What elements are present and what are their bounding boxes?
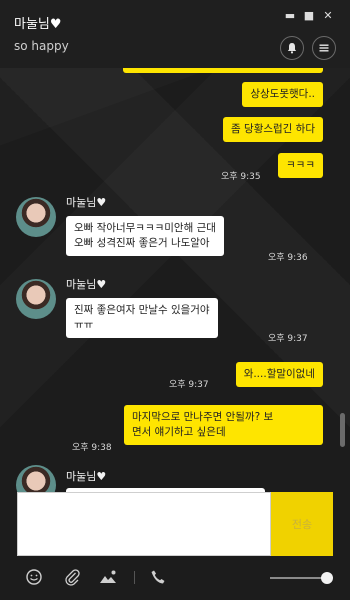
emoji-button[interactable] bbox=[24, 567, 44, 587]
avatar[interactable] bbox=[16, 197, 56, 237]
bell-icon bbox=[287, 43, 297, 54]
message-timestamp: 오후 9:35 bbox=[221, 172, 261, 182]
message-bubble-mine: 상상도못햇다.. bbox=[242, 82, 323, 107]
emoji-icon bbox=[26, 569, 42, 585]
message-bubble-theirs: 오빠 작아너무ㅋㅋㅋ미안해 근대 오빠 성격진짜 좋은거 나도알아 bbox=[66, 216, 224, 256]
message-input[interactable] bbox=[17, 492, 271, 556]
message-bubble-theirs: 진짜 좋은여자 만날수 있을거야 ㅠㅠ bbox=[66, 298, 218, 338]
chat-status-message: so happy bbox=[14, 39, 69, 53]
menu-button[interactable] bbox=[312, 36, 336, 60]
message-bubble-mine: ㅋㅋㅋ bbox=[278, 153, 323, 178]
chat-title: 마눌님♥ bbox=[14, 17, 62, 32]
call-button[interactable] bbox=[148, 567, 168, 587]
message-timestamp: 오후 9:37 bbox=[268, 334, 308, 344]
message-timestamp: 오후 9:36 bbox=[268, 253, 308, 263]
image-icon bbox=[100, 570, 116, 583]
message-line: 오빠 성격진짜 좋은거 나도알아 bbox=[74, 237, 210, 249]
avatar[interactable] bbox=[16, 279, 56, 319]
toolbar-divider bbox=[134, 571, 135, 584]
input-area: 전송 bbox=[0, 492, 350, 600]
message-list[interactable]: 상상도못햇다.. 좀 당황스럽긴 하다 오후 9:35 ㅋㅋㅋ 마눌님♥ 오빠 … bbox=[0, 68, 350, 492]
opacity-slider-track[interactable] bbox=[270, 577, 328, 579]
attach-file-button[interactable] bbox=[62, 567, 82, 587]
maximize-button[interactable]: ■ bbox=[302, 9, 316, 22]
send-image-button[interactable] bbox=[99, 567, 119, 587]
message-line: 진짜 좋은여자 만날수 있을거야 bbox=[74, 304, 210, 316]
message-bubble-mine: 와....할말이없네 bbox=[235, 362, 323, 387]
send-button[interactable]: 전송 bbox=[271, 492, 333, 556]
chat-header: 마눌님♥ so happy ▬ ■ ✕ bbox=[0, 0, 350, 68]
menu-icon bbox=[319, 44, 329, 52]
sender-name: 마눌님♥ bbox=[66, 196, 107, 209]
opacity-slider-handle[interactable] bbox=[321, 572, 333, 584]
chat-window: 마눌님♥ so happy ▬ ■ ✕ 상상도못햇다.. 좀 당황스럽긴 하다 … bbox=[0, 0, 350, 600]
message-line: 면서 얘기하고 싶은데 bbox=[132, 426, 226, 438]
message-bubble-mine: 마지막으로 만나주면 안될까? 보 면서 얘기하고 싶은데 bbox=[124, 405, 323, 445]
close-button[interactable]: ✕ bbox=[321, 9, 335, 22]
message-bubble-mine: 좀 당황스럽긴 하다 bbox=[223, 117, 323, 142]
sender-name: 마눌님♥ bbox=[66, 470, 107, 483]
message-timestamp: 오후 9:37 bbox=[169, 380, 209, 390]
message-timestamp: 오후 9:38 bbox=[72, 443, 112, 453]
minimize-button[interactable]: ▬ bbox=[283, 9, 297, 22]
phone-icon bbox=[151, 570, 165, 584]
sender-name: 마눌님♥ bbox=[66, 278, 107, 291]
message-line: 마지막으로 만나주면 안될까? 보 bbox=[132, 411, 274, 423]
attachment-icon bbox=[65, 569, 80, 586]
message-line: ㅠㅠ bbox=[74, 319, 94, 331]
notification-button[interactable] bbox=[280, 36, 304, 60]
scrollbar-thumb[interactable] bbox=[340, 413, 345, 447]
message-line: 오빠 작아너무ㅋㅋㅋ미안해 근대 bbox=[74, 222, 216, 234]
avatar[interactable] bbox=[16, 465, 56, 492]
message-bubble-cutoff bbox=[123, 68, 323, 73]
